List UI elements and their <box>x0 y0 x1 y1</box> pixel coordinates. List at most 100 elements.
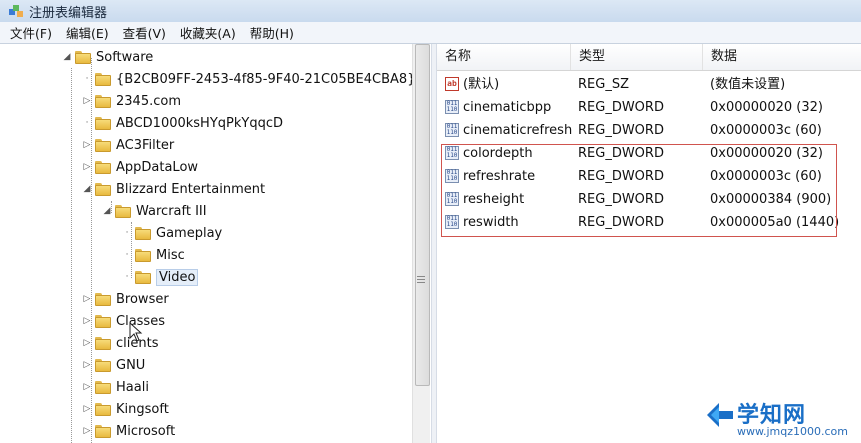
tree-item-clients[interactable]: ▷ clients <box>82 332 159 354</box>
folder-icon <box>95 138 111 152</box>
title-bar: 注册表编辑器 <box>0 0 861 22</box>
binary-value-icon: 011 110 <box>445 215 459 229</box>
tree-item-video[interactable]: · Video <box>122 266 199 288</box>
value-name: colordepth <box>463 146 533 161</box>
collapse-arrow-icon[interactable]: ◢ <box>82 184 92 194</box>
expand-arrow-icon[interactable]: ▷ <box>82 404 92 414</box>
expand-arrow-icon[interactable]: ▷ <box>82 382 92 392</box>
tree-item-guid[interactable]: · {B2CB09FF-2453-4f85-9F40-21C05BE4CBA8} <box>82 68 416 90</box>
column-header-name[interactable]: 名称 <box>437 44 571 70</box>
expand-arrow-icon[interactable]: ▷ <box>82 316 92 326</box>
expand-arrow-icon[interactable]: ▷ <box>82 140 92 150</box>
expand-arrow-icon[interactable]: ▷ <box>82 360 92 370</box>
tree-guide-line <box>71 68 72 443</box>
tree-connector: · <box>125 272 129 282</box>
watermark-url: www.jmqz1000.com <box>737 425 848 438</box>
binary-value-icon: 011 110 <box>445 100 459 114</box>
tree-connector: · <box>85 74 89 84</box>
tree-item-microsoft[interactable]: ▷ Microsoft <box>82 420 176 442</box>
value-data: 0x0000003c (60) <box>710 123 822 138</box>
tree-item-classes[interactable]: ▷ Classes <box>82 310 165 332</box>
expand-arrow-icon[interactable]: ▷ <box>82 426 92 436</box>
tree-item-browser[interactable]: ▷ Browser <box>82 288 169 310</box>
folder-icon <box>95 116 111 130</box>
binary-value-icon: 011 110 <box>445 146 459 160</box>
tree-item-ac3filter[interactable]: ▷ AC3Filter <box>82 134 175 156</box>
folder-icon <box>95 424 111 438</box>
watermark-logo-icon <box>707 403 733 427</box>
column-header-data[interactable]: 数据 <box>703 44 861 70</box>
tree-item-haali[interactable]: ▷ Haali <box>82 376 149 398</box>
tree-item-abcd[interactable]: · ABCD1000ksHYqPkYqqcD <box>82 112 283 134</box>
list-row[interactable]: 011 110 colordepth REG_DWORD 0x00000020 (… <box>437 142 861 165</box>
expand-arrow-icon[interactable]: ▷ <box>82 96 92 106</box>
menu-help[interactable]: 帮助(H) <box>250 23 294 42</box>
values-list[interactable]: 名称 类型 数据 ab (默认) REG_SZ (数值未设置) 011 110 c… <box>437 44 861 443</box>
column-header-type[interactable]: 类型 <box>571 44 703 70</box>
value-name: cinematicrefresh <box>463 123 573 138</box>
value-type: REG_DWORD <box>578 100 664 115</box>
menu-file[interactable]: 文件(F) <box>10 23 52 42</box>
site-watermark: 学知网 www.jmqz1000.com <box>705 395 857 441</box>
list-row[interactable]: 011 110 reswidth REG_DWORD 0x000005a0 (14… <box>437 211 861 234</box>
tree-connector: · <box>85 118 89 128</box>
menu-view[interactable]: 查看(V) <box>123 23 166 42</box>
tree-scrollbar[interactable] <box>412 44 430 443</box>
tree-item-kingsoft[interactable]: ▷ Kingsoft <box>82 398 169 420</box>
folder-icon <box>95 358 111 372</box>
value-name: cinematicbpp <box>463 100 552 115</box>
list-row[interactable]: 011 110 cinematicrefresh REG_DWORD 0x0000… <box>437 119 861 142</box>
tree-item-gnu[interactable]: ▷ GNU <box>82 354 146 376</box>
folder-icon <box>115 204 131 218</box>
tree-item-appdatalow[interactable]: ▷ AppDataLow <box>82 156 199 178</box>
value-type: REG_DWORD <box>578 146 664 161</box>
folder-icon <box>95 402 111 416</box>
value-name: reswidth <box>463 215 519 230</box>
menu-edit[interactable]: 编辑(E) <box>66 23 109 42</box>
value-type: REG_DWORD <box>578 215 664 230</box>
value-data: 0x000005a0 (1440) <box>710 215 840 230</box>
expand-arrow-icon[interactable]: ▷ <box>82 338 92 348</box>
list-row[interactable]: 011 110 cinematicbpp REG_DWORD 0x00000020… <box>437 96 861 119</box>
value-data: (数值未设置) <box>710 77 786 92</box>
expand-arrow-icon[interactable]: ▷ <box>82 294 92 304</box>
tree-item-gameplay[interactable]: · Gameplay <box>122 222 223 244</box>
collapse-arrow-icon[interactable]: ◢ <box>102 206 112 216</box>
menu-bar: 文件(F) 编辑(E) 查看(V) 收藏夹(A) 帮助(H) <box>0 22 861 44</box>
menu-favorites[interactable]: 收藏夹(A) <box>180 23 236 42</box>
binary-value-icon: 011 110 <box>445 192 459 206</box>
folder-icon <box>95 182 111 196</box>
folder-icon <box>95 336 111 350</box>
regedit-icon <box>9 5 23 17</box>
value-type: REG_SZ <box>578 77 629 92</box>
folder-icon <box>95 380 111 394</box>
value-data: 0x00000384 (900) <box>710 192 832 207</box>
list-row[interactable]: ab (默认) REG_SZ (数值未设置) <box>437 73 861 96</box>
tree-item-warcraft[interactable]: ◢ Warcraft III <box>102 200 207 222</box>
binary-value-icon: 011 110 <box>445 169 459 183</box>
tree-item-misc[interactable]: · Misc <box>122 244 185 266</box>
expand-arrow-icon[interactable]: ▷ <box>82 162 92 172</box>
folder-icon <box>95 292 111 306</box>
scrollbar-thumb[interactable] <box>415 44 430 386</box>
value-data: 0x00000020 (32) <box>710 100 823 115</box>
folder-icon <box>95 94 111 108</box>
tree-connector: · <box>125 228 129 238</box>
mouse-cursor-icon <box>129 322 143 342</box>
collapse-arrow-icon[interactable]: ◢ <box>62 52 72 62</box>
list-row[interactable]: 011 110 refreshrate REG_DWORD 0x0000003c … <box>437 165 861 188</box>
value-name: refreshrate <box>463 169 536 184</box>
folder-icon <box>95 72 111 86</box>
folder-icon <box>95 160 111 174</box>
value-type: REG_DWORD <box>578 123 664 138</box>
folder-icon <box>135 248 151 262</box>
value-type: REG_DWORD <box>578 192 664 207</box>
tree-item-2345[interactable]: ▷ 2345.com <box>82 90 181 112</box>
tree-item-blizzard[interactable]: ◢ Blizzard Entertainment <box>82 178 266 200</box>
tree-connector: · <box>125 250 129 260</box>
registry-tree[interactable]: ◢ Software · {B2CB09FF-2453-4f85-9F40-21… <box>0 44 431 443</box>
list-row[interactable]: 011 110 resheight REG_DWORD 0x00000384 (9… <box>437 188 861 211</box>
tree-item-software[interactable]: ◢ Software <box>62 46 154 68</box>
value-name: (默认) <box>463 77 500 92</box>
window-title: 注册表编辑器 <box>29 5 108 21</box>
